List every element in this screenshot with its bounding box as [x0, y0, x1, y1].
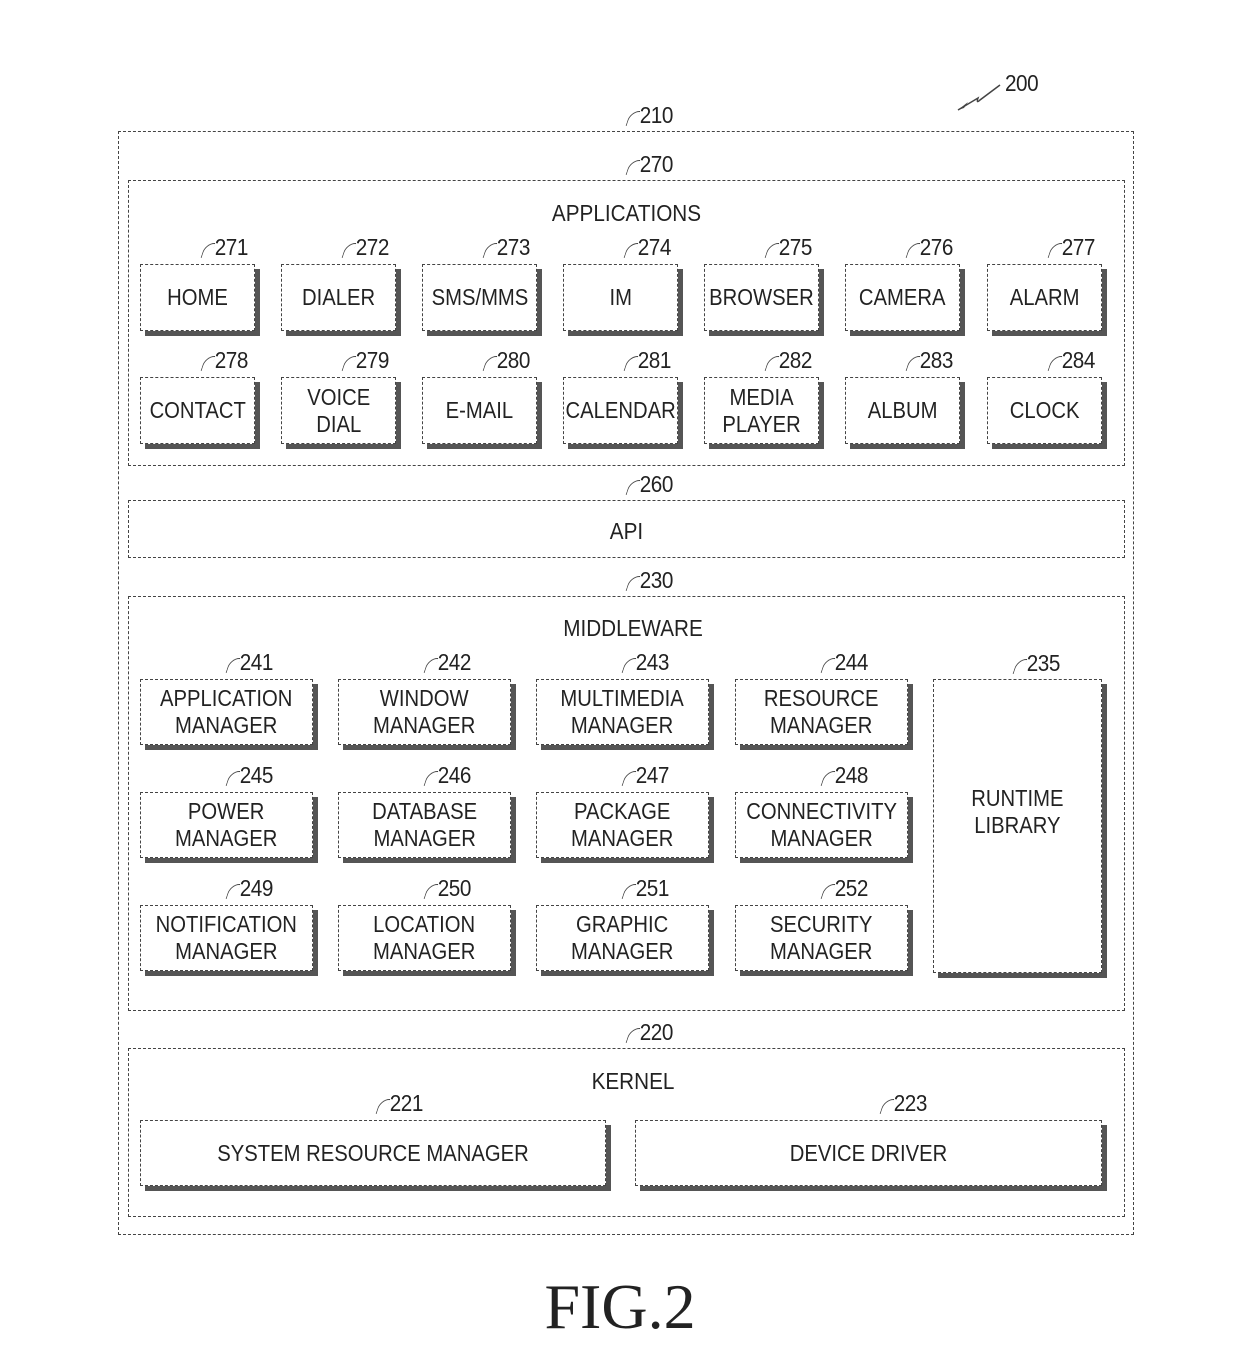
kernel-title: KERNEL — [591, 1068, 675, 1094]
app-box-browser: BROWSER — [704, 264, 819, 331]
system-resource-manager-box: SYSTEM RESOURCE MANAGER — [140, 1120, 606, 1186]
app-ref: 276 — [905, 236, 953, 259]
app-ref: 280 — [482, 349, 530, 372]
app-box-voice-dial: VOICE DIAL — [281, 377, 396, 444]
middleware-box-graphic: GRAPHIC MANAGER — [536, 905, 709, 971]
figure-ref-arrow — [957, 84, 1001, 111]
app-ref: 284 — [1047, 349, 1095, 372]
app-box-media-player: MEDIA PLAYER — [704, 377, 819, 444]
app-box-calendar: CALENDAR — [563, 377, 678, 444]
figure-caption: FIG.2 — [544, 1271, 696, 1342]
middleware-ref-label: 246 — [423, 764, 471, 787]
middleware-box-package: PACKAGE MANAGER — [536, 792, 709, 858]
runtime-library-ref: 235 — [1012, 652, 1060, 675]
middleware-ref-label: 244 — [820, 651, 868, 674]
app-ref: 281 — [623, 349, 671, 372]
app-box-contact: CONTACT — [140, 377, 255, 444]
app-ref: 277 — [1047, 236, 1095, 259]
middleware-ref-label: 242 — [423, 651, 471, 674]
app-ref: 279 — [341, 349, 389, 372]
app-box-dialer: DIALER — [281, 264, 396, 331]
middleware-box-multimedia: MULTIMEDIA MANAGER — [536, 679, 709, 745]
app-box-im: IM — [563, 264, 678, 331]
device-driver-box: DEVICE DRIVER — [635, 1120, 1102, 1186]
middleware-box-notification: NOTIFICATION MANAGER — [140, 905, 313, 971]
app-box-alarm: ALARM — [987, 264, 1102, 331]
middleware-ref-label: 241 — [225, 651, 273, 674]
middleware-box-application: APPLICATION MANAGER — [140, 679, 313, 745]
middleware-ref: 230 — [625, 569, 673, 592]
app-box-home: HOME — [140, 264, 255, 331]
middleware-box-resource: RESOURCE MANAGER — [735, 679, 908, 745]
app-ref: 275 — [764, 236, 812, 259]
kernel-item-ref: 221 — [375, 1092, 423, 1115]
middleware-box-location: LOCATION MANAGER — [338, 905, 511, 971]
middleware-ref-label: 251 — [621, 877, 669, 900]
middleware-box-connectivity: CONNECTIVITY MANAGER — [735, 792, 908, 858]
app-ref: 274 — [623, 236, 671, 259]
app-ref: 283 — [905, 349, 953, 372]
middleware-ref-label: 247 — [621, 764, 669, 787]
applications-title: APPLICATIONS — [551, 200, 702, 226]
kernel-item-ref: 223 — [879, 1092, 927, 1115]
app-ref: 278 — [200, 349, 248, 372]
kernel-ref: 220 — [625, 1021, 673, 1044]
middleware-ref-label: 245 — [225, 764, 273, 787]
app-box-camera: CAMERA — [845, 264, 960, 331]
api-title: API — [609, 518, 644, 544]
runtime-library-box: RUNTIME LIBRARY — [933, 679, 1102, 973]
app-box-e-mail: E-MAIL — [422, 377, 537, 444]
middleware-ref-label: 249 — [225, 877, 273, 900]
middleware-ref-label: 248 — [820, 764, 868, 787]
middleware-ref-label: 250 — [423, 877, 471, 900]
middleware-box-power: POWER MANAGER — [140, 792, 313, 858]
app-box-sms-mms: SMS/MMS — [422, 264, 537, 331]
app-box-album: ALBUM — [845, 377, 960, 444]
middleware-ref-label: 243 — [621, 651, 669, 674]
middleware-title: MIDDLEWARE — [563, 615, 703, 641]
applications-ref: 270 — [625, 153, 673, 176]
app-ref: 271 — [200, 236, 248, 259]
middleware-box-security: SECURITY MANAGER — [735, 905, 908, 971]
middleware-box-database: DATABASE MANAGER — [338, 792, 511, 858]
api-ref: 260 — [625, 473, 673, 496]
middleware-box-window: WINDOW MANAGER — [338, 679, 511, 745]
app-ref: 273 — [482, 236, 530, 259]
figure-ref: 200 — [1005, 70, 1039, 96]
middleware-ref-label: 252 — [820, 877, 868, 900]
app-ref: 282 — [764, 349, 812, 372]
app-ref: 272 — [341, 236, 389, 259]
outer-frame-ref: 210 — [625, 104, 673, 127]
app-box-clock: CLOCK — [987, 377, 1102, 444]
